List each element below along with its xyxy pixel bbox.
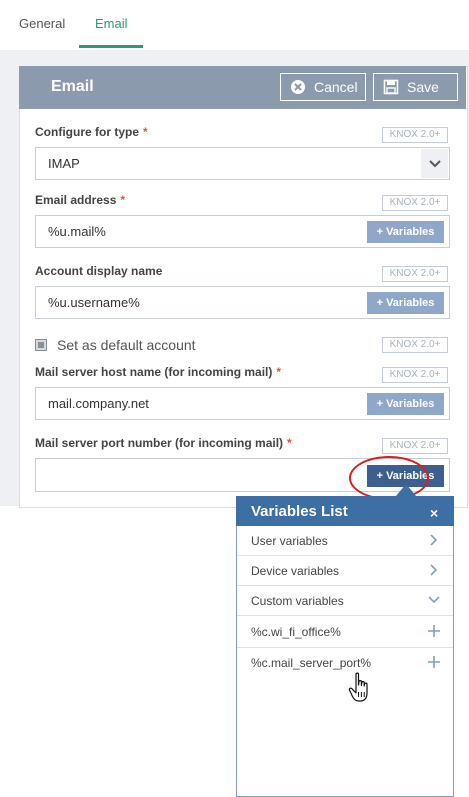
chevron-right-icon [427, 563, 441, 577]
add-icon[interactable] [427, 655, 441, 669]
variable-item[interactable]: %c.wi_fi_office% [237, 617, 453, 648]
knox-badge: KNOX 2.0+ [382, 337, 448, 353]
checkbox-mark [38, 342, 44, 348]
save-label: Save [407, 79, 439, 95]
group-user-variables[interactable]: User variables [237, 526, 453, 556]
email-address-label: Email address * [35, 193, 126, 207]
knox-badge: KNOX 2.0+ [382, 195, 448, 211]
chevron-down-icon[interactable] [421, 149, 448, 178]
close-icon[interactable]: × [430, 505, 438, 521]
save-icon [383, 79, 399, 95]
tab-bar [0, 0, 469, 51]
port-number-label: Mail server port number (for incoming ma… [35, 436, 292, 450]
display-name-input[interactable]: %u.username% + Variables [35, 286, 450, 319]
display-name-variables-button[interactable]: + Variables [367, 292, 444, 314]
email-address-value: %u.mail% [48, 224, 106, 239]
save-button[interactable]: Save [373, 73, 458, 101]
display-name-label: Account display name [35, 264, 163, 278]
knox-badge: KNOX 2.0+ [382, 367, 448, 383]
hand-cursor-icon [348, 672, 368, 702]
host-name-value: mail.company.net [48, 396, 149, 411]
card-title: Email [51, 78, 94, 95]
required-mark: * [276, 365, 282, 379]
default-account-label: Set as default account [57, 337, 196, 353]
variable-label: %c.wi_fi_office% [251, 625, 341, 639]
display-name-value: %u.username% [48, 295, 140, 310]
group-label: Custom variables [251, 594, 344, 608]
required-mark: * [143, 125, 148, 139]
knox-badge: KNOX 2.0+ [382, 266, 448, 282]
group-label: Device variables [251, 564, 340, 578]
variables-popup-title: Variables List [251, 503, 348, 520]
knox-badge: KNOX 2.0+ [382, 438, 448, 454]
chevron-down-icon [427, 593, 441, 607]
group-device-variables[interactable]: Device variables [237, 556, 453, 586]
host-name-input[interactable]: mail.company.net + Variables [35, 387, 450, 420]
email-variables-button[interactable]: + Variables [367, 221, 444, 243]
tab-email[interactable]: Email [95, 16, 128, 31]
cancel-button[interactable]: Cancel [280, 73, 366, 101]
email-address-input[interactable]: %u.mail% + Variables [35, 215, 450, 248]
required-mark: * [287, 436, 292, 450]
highlight-annotation [349, 456, 429, 500]
add-icon[interactable] [427, 624, 441, 638]
group-custom-variables[interactable]: Custom variables [237, 586, 453, 616]
chevron-right-icon [427, 533, 441, 547]
popup-caret [396, 484, 416, 496]
type-select-value: IMAP [48, 156, 80, 171]
cancel-label: Cancel [314, 79, 358, 95]
type-label: Configure for type * [35, 125, 148, 139]
variable-item[interactable]: %c.mail_server_port% [237, 648, 453, 678]
cancel-icon [290, 79, 306, 95]
knox-badge: KNOX 2.0+ [382, 127, 448, 143]
default-account-row[interactable]: Set as default account [35, 337, 196, 353]
active-tab-indicator [79, 45, 143, 48]
default-account-checkbox[interactable] [35, 339, 47, 351]
variable-label: %c.mail_server_port% [251, 656, 372, 670]
host-name-variables-button[interactable]: + Variables [367, 393, 444, 415]
type-select[interactable]: IMAP [35, 147, 450, 180]
host-name-label: Mail server host name (for incoming mail… [35, 365, 282, 379]
group-label: User variables [251, 534, 328, 548]
tab-general[interactable]: General [19, 16, 65, 31]
required-mark: * [120, 193, 126, 207]
